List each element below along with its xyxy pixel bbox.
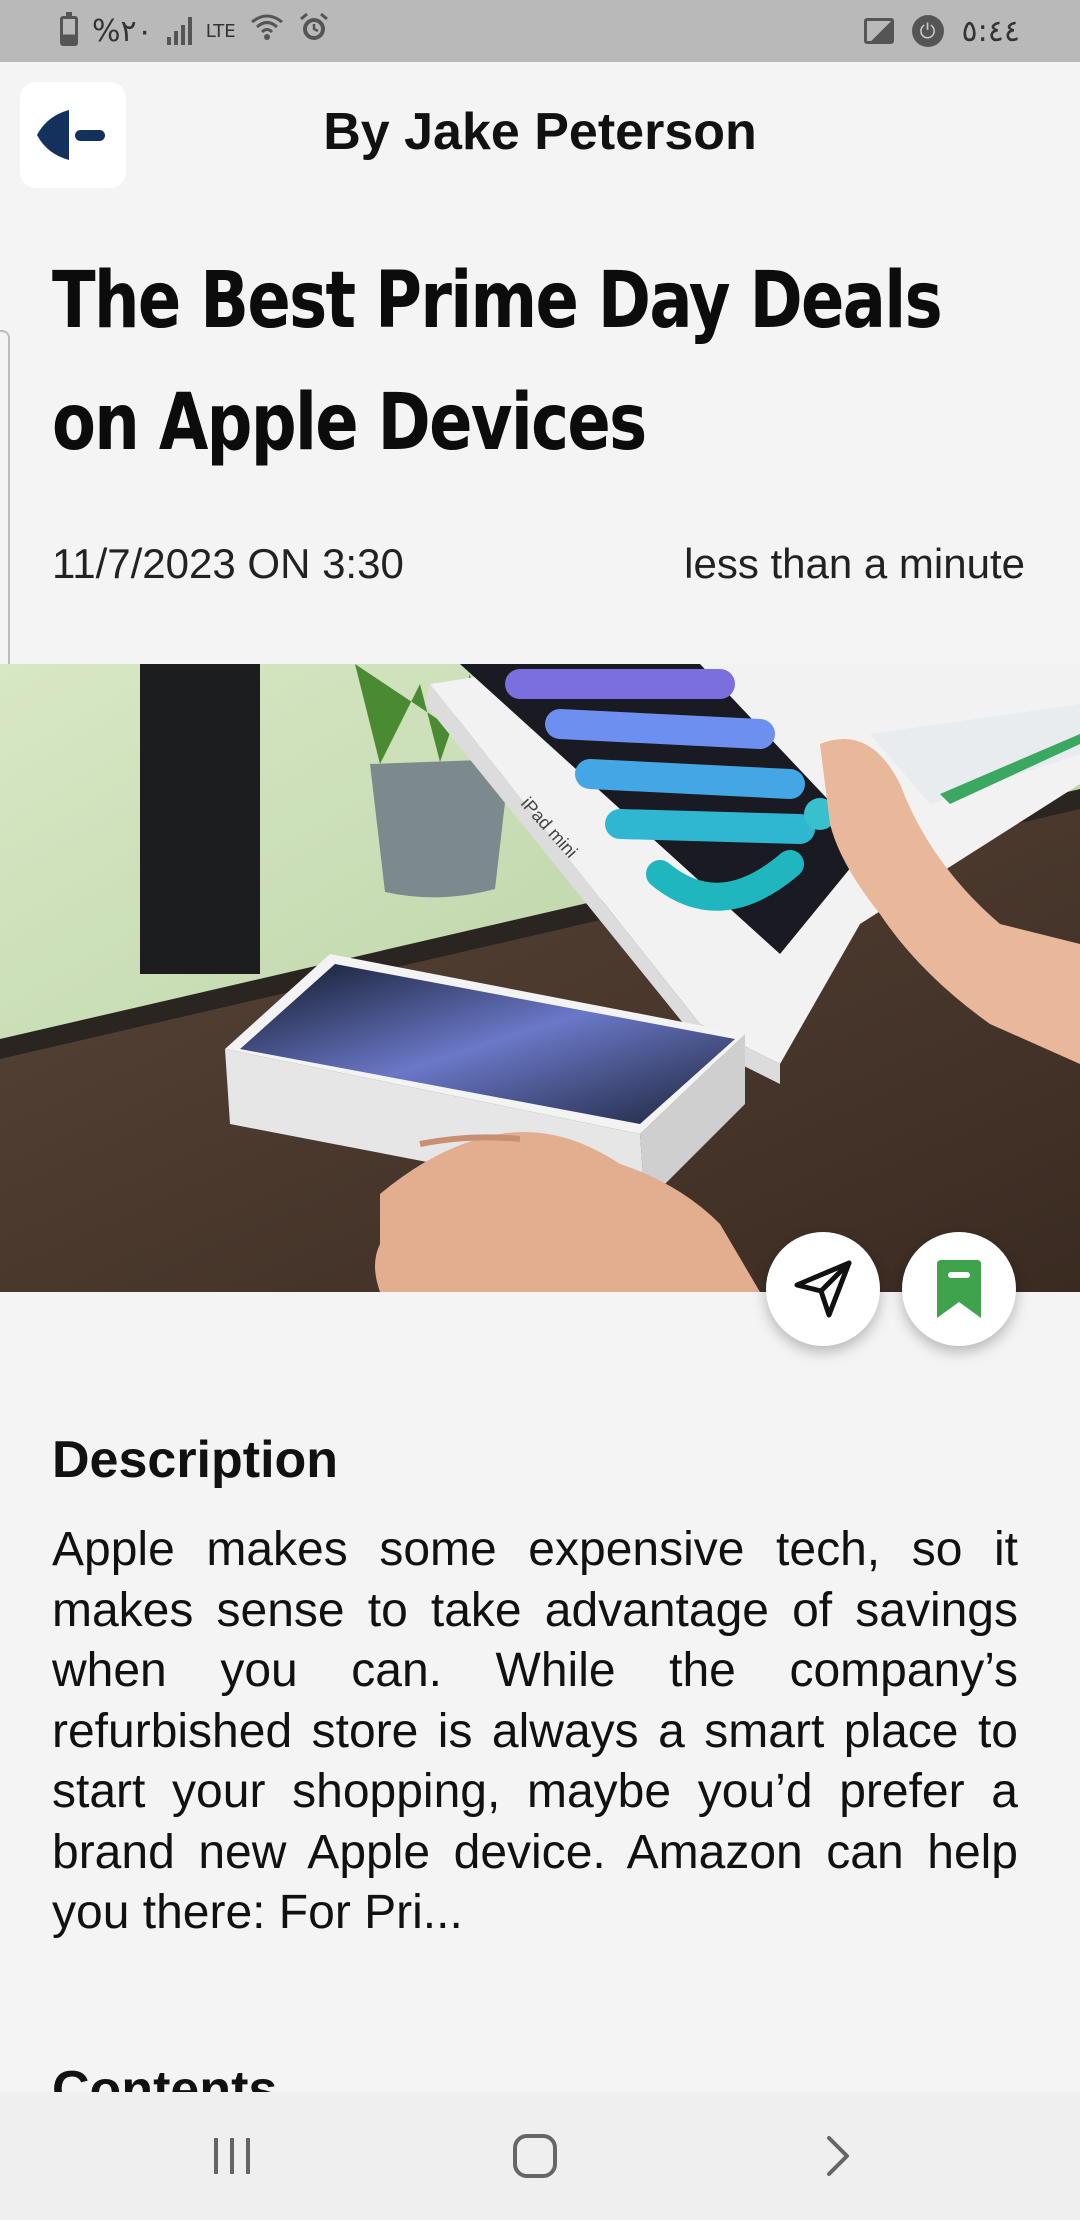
recents-button[interactable]	[172, 2092, 292, 2220]
article-title: The Best Prime Day Deals on Apple Device…	[52, 256, 943, 468]
signal-icon	[166, 17, 192, 45]
author-title: By Jake Peterson	[323, 103, 757, 161]
recents-icon	[214, 2138, 250, 2174]
share-button[interactable]	[766, 1232, 880, 1346]
chevron-right-icon	[827, 2136, 849, 2176]
contents-section: Contents	[0, 2040, 1080, 2092]
home-button[interactable]	[475, 2092, 595, 2220]
nav-back-button[interactable]	[778, 2092, 898, 2220]
bookmark-icon	[937, 1260, 981, 1318]
status-time: ٥:٤٤	[961, 13, 1020, 49]
bookmark-button[interactable]	[902, 1232, 1016, 1346]
article-hero-image: iPad mini	[0, 664, 1080, 1292]
contents-heading: Contents	[52, 2061, 278, 2092]
status-right-group: ⏻ ٥:٤٤	[863, 0, 1020, 62]
alarm-icon	[298, 11, 330, 51]
system-navigation-bar	[0, 2092, 1080, 2220]
description-text: Apple makes some expensive tech, so it m…	[52, 1523, 1018, 1939]
article-date: 11/7/2023 ON 3:30	[52, 540, 404, 587]
send-icon	[794, 1260, 852, 1318]
lte-icon: LTE	[205, 20, 236, 42]
home-icon	[513, 2134, 557, 2178]
vpn-icon: ⏻	[911, 15, 944, 47]
gallery-icon	[863, 18, 894, 44]
wifi-icon	[250, 12, 284, 50]
read-time: less than a minute	[684, 540, 1025, 587]
description-heading: Description	[52, 1431, 339, 1489]
battery-icon	[60, 12, 78, 46]
status-left-group: %٢٠ LTE	[60, 0, 330, 62]
status-bar: %٢٠ LTE ⏻ ٥:٤٤	[0, 0, 1080, 62]
battery-percentage: %٢٠	[92, 13, 153, 49]
